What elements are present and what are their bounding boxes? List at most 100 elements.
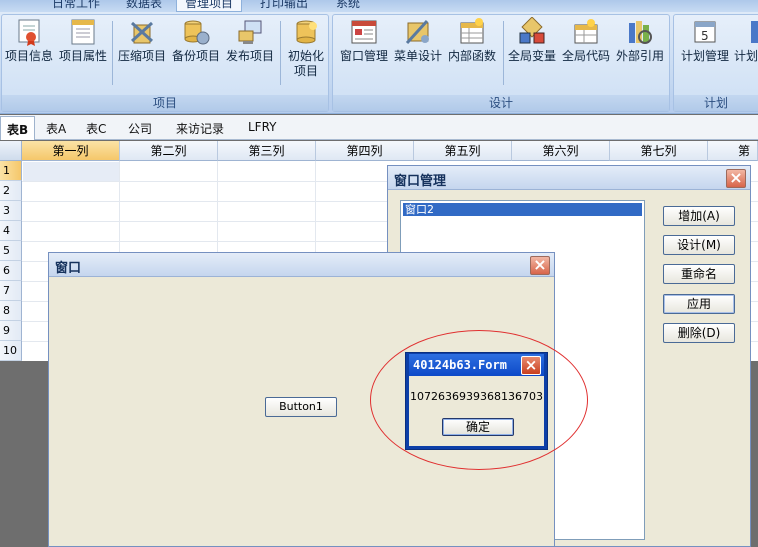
tab-print-output[interactable]: 打印输出 <box>260 0 308 12</box>
row-header[interactable]: 5 <box>0 241 22 261</box>
column-header[interactable]: 第五列 <box>414 141 512 161</box>
sheet-tab-bar: 表B 表A 表C 公司 来访记录 LFRY <box>0 115 758 140</box>
group-plan-label: 计划 <box>674 95 758 111</box>
compress-project-button[interactable]: 压缩项目 <box>116 17 168 64</box>
plan-manager-button[interactable]: 5 计划管理 <box>678 17 732 64</box>
publish-computer-icon <box>238 20 262 44</box>
row-header[interactable]: 8 <box>0 301 22 321</box>
column-header[interactable]: 第四列 <box>316 141 414 161</box>
tab-system[interactable]: 系统 <box>336 0 360 12</box>
external-reference-label: 外部引用 <box>615 49 664 63</box>
internal-functions-button[interactable]: 内部函数 <box>445 17 499 64</box>
window-manager-button[interactable]: 窗口管理 <box>337 17 391 64</box>
menu-design-button[interactable]: 菜单设计 <box>391 17 445 64</box>
annotation-circle <box>370 330 588 470</box>
row-header[interactable]: 6 <box>0 261 22 281</box>
publish-project-label: 发布项目 <box>225 49 274 63</box>
group-plan: 5 计划管理 计划 计划 <box>673 14 758 112</box>
external-reference-button[interactable]: 外部引用 <box>613 17 667 64</box>
calendar-icon: 5 <box>694 21 716 43</box>
row-header[interactable]: 7 <box>0 281 22 301</box>
list-item[interactable]: 窗口2 <box>403 203 642 216</box>
global-variables-label: 全局变量 <box>507 49 556 63</box>
column-header[interactable]: 第三列 <box>218 141 316 161</box>
ribbon-separator <box>280 21 281 85</box>
sheet-tab-visit-records[interactable]: 来访记录 <box>176 120 224 137</box>
add-button[interactable]: 增加(A) <box>663 206 735 226</box>
backup-project-label: 备份项目 <box>171 49 220 63</box>
column-header[interactable]: 第八 <box>708 141 758 178</box>
compress-project-label: 压缩项目 <box>117 49 166 63</box>
publish-project-button[interactable]: 发布项目 <box>224 17 276 64</box>
selected-cell[interactable] <box>23 162 119 181</box>
project-props-label: 项目属性 <box>58 49 107 63</box>
window-manager-title: 窗口管理 <box>394 174 447 189</box>
form-window-titlebar[interactable]: 窗口 × <box>49 253 554 277</box>
group-design: 窗口管理 菜单设计 内部函数 全局变量 全局代码 外部引用 设计 <box>332 14 670 112</box>
sheet-tab-lfry[interactable]: LFRY <box>248 120 277 134</box>
group-project: 项目信息 项目属性 压缩项目 备份项目 发布项目 初始化项目 项目 <box>1 14 329 112</box>
ribbon-tab-strip: 日常工作 数据表 管理项目 打印输出 系统 <box>0 0 758 12</box>
plan-button[interactable]: 计划 <box>732 17 758 64</box>
init-project-button[interactable]: 初始化项目 <box>283 17 329 79</box>
row-header[interactable]: 10 <box>0 341 22 361</box>
compress-icon <box>130 21 154 44</box>
init-project-label: 初始化项目 <box>287 49 324 78</box>
backup-project-button[interactable]: 备份项目 <box>170 17 222 64</box>
menu-design-label: 菜单设计 <box>393 49 442 63</box>
tab-daily-work[interactable]: 日常工作 <box>52 0 100 12</box>
global-code-button[interactable]: 全局代码 <box>559 17 613 64</box>
row-header[interactable]: 9 <box>0 321 22 341</box>
ribbon-separator <box>503 21 504 85</box>
project-info-label: 项目信息 <box>4 49 53 63</box>
sheet-tab-a[interactable]: 表A <box>46 120 66 137</box>
function-table-icon <box>460 18 484 44</box>
global-variables-icon <box>519 17 545 44</box>
row-header[interactable]: 4 <box>0 221 22 241</box>
window-manager-label: 窗口管理 <box>339 49 388 63</box>
row-header[interactable]: 3 <box>0 201 22 221</box>
certificate-icon <box>18 19 40 46</box>
ribbon-separator <box>112 21 113 85</box>
row-header[interactable]: 1 <box>0 161 22 181</box>
database-backup-icon <box>184 20 210 45</box>
rename-button[interactable]: 重命名 <box>663 264 735 284</box>
form-window-title: 窗口 <box>55 261 82 276</box>
delete-button[interactable]: 删除(D) <box>663 323 735 343</box>
document-list-icon <box>71 19 95 45</box>
column-header[interactable]: 第七列 <box>610 141 708 161</box>
column-header[interactable]: 第一列 <box>22 141 120 161</box>
project-info-button[interactable]: 项目信息 <box>4 17 54 64</box>
global-code-icon <box>574 19 598 44</box>
menu-tools-icon <box>405 19 429 45</box>
form-button[interactable]: Button1 <box>265 397 337 417</box>
project-props-button[interactable]: 项目属性 <box>57 17 109 64</box>
sheet-tab-b[interactable]: 表B <box>0 116 36 140</box>
init-database-icon <box>296 20 317 44</box>
plan-icon <box>751 21 758 43</box>
svg-text:5: 5 <box>701 29 709 43</box>
external-reference-icon <box>629 21 652 44</box>
plan-manager-label: 计划管理 <box>680 49 729 63</box>
global-code-label: 全局代码 <box>561 49 610 63</box>
close-icon[interactable]: × <box>726 169 746 188</box>
sheet-tab-c[interactable]: 表C <box>86 120 106 137</box>
global-variables-button[interactable]: 全局变量 <box>505 17 559 64</box>
plan-label: 计划 <box>734 49 758 63</box>
select-all-corner[interactable] <box>0 141 22 161</box>
column-header[interactable]: 第二列 <box>120 141 218 161</box>
window-manager-titlebar[interactable]: 窗口管理 × <box>388 166 750 190</box>
close-icon[interactable]: × <box>530 256 550 275</box>
tab-datatable[interactable]: 数据表 <box>126 0 162 12</box>
window-manager-icon <box>351 20 377 44</box>
apply-button[interactable]: 应用 <box>663 294 735 314</box>
ribbon: 项目信息 项目属性 压缩项目 备份项目 发布项目 初始化项目 项目 窗口管理 菜… <box>0 12 758 114</box>
sheet-tab-company[interactable]: 公司 <box>128 120 152 137</box>
column-header[interactable]: 第六列 <box>512 141 610 161</box>
group-project-label: 项目 <box>2 95 328 111</box>
tab-manage-project[interactable]: 管理项目 <box>176 0 243 12</box>
design-button[interactable]: 设计(M) <box>663 235 735 255</box>
group-design-label: 设计 <box>333 95 669 111</box>
internal-functions-label: 内部函数 <box>447 49 496 63</box>
row-header[interactable]: 2 <box>0 181 22 201</box>
